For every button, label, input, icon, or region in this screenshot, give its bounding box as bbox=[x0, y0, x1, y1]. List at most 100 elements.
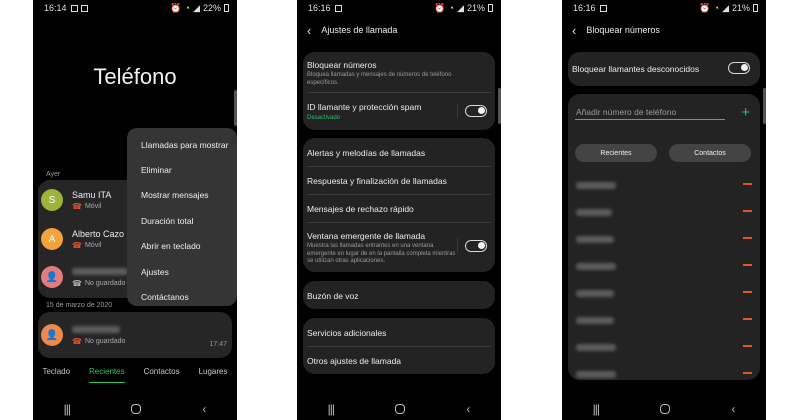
setting-caller-id-spam[interactable]: ID llamante y protección spam Desactivad… bbox=[307, 102, 491, 121]
remove-icon[interactable] bbox=[743, 183, 752, 185]
blocked-number-item bbox=[576, 310, 752, 330]
menu-item-settings[interactable]: Ajustes bbox=[127, 259, 237, 284]
menu-item-delete[interactable]: Eliminar bbox=[127, 157, 237, 182]
back-icon[interactable]: ‹ bbox=[466, 402, 470, 416]
tab-recents[interactable]: Recientes bbox=[89, 367, 125, 383]
blurred-number bbox=[576, 289, 614, 297]
blurred-number bbox=[576, 181, 616, 189]
blurred-number bbox=[576, 370, 616, 378]
setting-block-numbers[interactable]: Bloquear números Bloquea llamadas y mens… bbox=[307, 60, 491, 87]
setting-title: Buzón de voz bbox=[307, 291, 359, 301]
scrollbar[interactable] bbox=[234, 90, 237, 126]
overflow-menu: Llamadas para mostrar Eliminar Mostrar m… bbox=[127, 128, 237, 306]
caller-id-toggle[interactable] bbox=[465, 105, 487, 117]
outgoing-call-icon: ☎ bbox=[72, 278, 82, 288]
check-icon bbox=[599, 4, 607, 12]
remove-icon[interactable] bbox=[743, 372, 752, 374]
blurred-number bbox=[576, 235, 614, 243]
call-popup-toggle[interactable] bbox=[465, 240, 487, 252]
setting-voicemail[interactable]: Buzón de voz bbox=[307, 291, 491, 301]
menu-item-show-messages[interactable]: Mostrar mensajes bbox=[127, 183, 237, 208]
page-title: Bloquear números bbox=[586, 25, 660, 35]
divider bbox=[307, 166, 491, 167]
remove-icon[interactable] bbox=[743, 345, 752, 347]
contacts-button[interactable]: Contactos bbox=[669, 144, 751, 162]
battery-icon bbox=[224, 4, 229, 12]
check-icon bbox=[80, 4, 88, 12]
home-icon[interactable] bbox=[131, 404, 142, 414]
setting-other-call-settings[interactable]: Otros ajustes de llamada bbox=[307, 356, 491, 366]
number-type: Móvil bbox=[84, 241, 102, 249]
setting-quick-decline-messages[interactable]: Mensajes de rechazo rápido bbox=[307, 204, 491, 214]
block-unknown-toggle[interactable] bbox=[728, 62, 750, 74]
blurred-number bbox=[576, 262, 616, 270]
number-type: No guardado bbox=[84, 279, 126, 287]
remove-icon[interactable] bbox=[743, 264, 752, 266]
app-bar: ‹ Bloquear números bbox=[562, 20, 766, 40]
setting-title: Otros ajustes de llamada bbox=[307, 356, 402, 366]
remove-icon[interactable] bbox=[743, 237, 752, 239]
status-time: 16:14 bbox=[44, 3, 67, 13]
page-title: Ajustes de llamada bbox=[321, 25, 398, 35]
person-icon: 👤 bbox=[41, 324, 63, 346]
recent-apps-icon[interactable]: ||| bbox=[328, 402, 335, 416]
recents-button[interactable]: Recientes bbox=[575, 144, 657, 162]
blocked-number-item bbox=[576, 337, 752, 357]
system-nav-bar: ||| ‹ bbox=[562, 398, 766, 420]
setting-status: Desactivado bbox=[307, 115, 341, 121]
home-icon[interactable] bbox=[660, 404, 671, 414]
setting-title: ID llamante y protección spam bbox=[307, 102, 422, 112]
back-arrow-icon[interactable]: ‹ bbox=[307, 23, 311, 38]
remove-icon[interactable] bbox=[743, 210, 752, 212]
add-icon[interactable]: + bbox=[741, 104, 750, 121]
battery-level: 21% bbox=[731, 3, 750, 13]
scrollbar[interactable] bbox=[498, 88, 501, 124]
section-header: 15 de marzo de 2020 bbox=[46, 302, 113, 309]
check-icon bbox=[334, 4, 342, 12]
section-header: Ayer bbox=[46, 171, 61, 178]
menu-item-calls-to-show[interactable]: Llamadas para mostrar bbox=[127, 132, 237, 157]
menu-item-contact-us[interactable]: Contáctanos bbox=[127, 284, 237, 309]
setting-title: Servicios adicionales bbox=[307, 328, 387, 338]
recent-apps-icon[interactable]: ||| bbox=[64, 402, 71, 416]
system-nav-bar: ||| ‹ bbox=[297, 398, 501, 420]
blocked-number-item bbox=[576, 364, 752, 384]
status-bar: 16:14 ⏰ ◔ ◢ 22% bbox=[33, 0, 237, 16]
divider bbox=[307, 222, 491, 223]
setting-alerts-ringtones[interactable]: Alertas y melodías de llamadas bbox=[307, 148, 491, 158]
menu-item-total-duration[interactable]: Duración total bbox=[127, 208, 237, 233]
call-log-item[interactable]: 👤 ☎ No guardado 17:47 bbox=[41, 315, 229, 355]
scrollbar[interactable] bbox=[763, 88, 766, 124]
back-arrow-icon[interactable]: ‹ bbox=[572, 23, 576, 38]
status-bar: 16:16 ⏰ ◔ ◢ 21% bbox=[562, 0, 766, 16]
tab-keypad[interactable]: Teclado bbox=[42, 367, 70, 383]
back-icon[interactable]: ‹ bbox=[202, 402, 206, 416]
home-icon[interactable] bbox=[395, 404, 406, 414]
status-bar: 16:16 ⏰ ◔ ◢ 21% bbox=[297, 0, 501, 16]
blurred-number bbox=[576, 316, 614, 324]
missed-call-icon: ☎ bbox=[72, 336, 82, 346]
number-type: No guardado bbox=[84, 337, 126, 345]
divider bbox=[307, 346, 491, 347]
missed-call-icon: ☎ bbox=[72, 240, 82, 250]
setting-answer-end-calls[interactable]: Respuesta y finalización de llamadas bbox=[307, 176, 491, 186]
blocked-number-item bbox=[576, 202, 752, 222]
signal-icon: ◢ bbox=[193, 2, 200, 13]
input-underline bbox=[575, 119, 725, 120]
system-nav-bar: ||| ‹ bbox=[33, 398, 237, 420]
remove-icon[interactable] bbox=[743, 318, 752, 320]
menu-item-open-keypad[interactable]: Abrir en teclado bbox=[127, 234, 237, 259]
back-icon[interactable]: ‹ bbox=[731, 402, 735, 416]
setting-call-popup[interactable]: Ventana emergente de llamada Muestra las… bbox=[307, 231, 491, 266]
tab-places[interactable]: Lugares bbox=[199, 367, 228, 383]
battery-icon bbox=[753, 4, 758, 12]
remove-icon[interactable] bbox=[743, 291, 752, 293]
phone-number-input[interactable] bbox=[576, 107, 724, 117]
setting-title: Respuesta y finalización de llamadas bbox=[307, 176, 447, 186]
alarm-icon: ⏰ bbox=[699, 2, 711, 13]
tab-contacts[interactable]: Contactos bbox=[144, 367, 180, 383]
setting-title: Mensajes de rechazo rápido bbox=[307, 204, 414, 214]
page-title: Teléfono bbox=[93, 64, 177, 89]
recent-apps-icon[interactable]: ||| bbox=[593, 402, 600, 416]
setting-additional-services[interactable]: Servicios adicionales bbox=[307, 328, 491, 338]
